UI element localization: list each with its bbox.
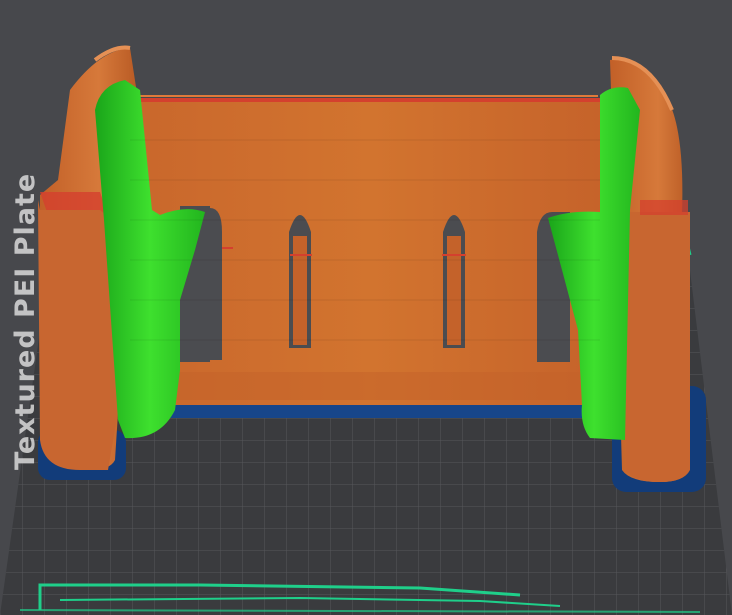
3d-viewport[interactable]: Textured PEI Plate <box>0 0 732 615</box>
scene <box>0 45 732 615</box>
bed-label: Textured PEI Plate <box>10 172 41 470</box>
back-wall <box>130 95 612 405</box>
window-slot-left-outer <box>210 208 222 360</box>
